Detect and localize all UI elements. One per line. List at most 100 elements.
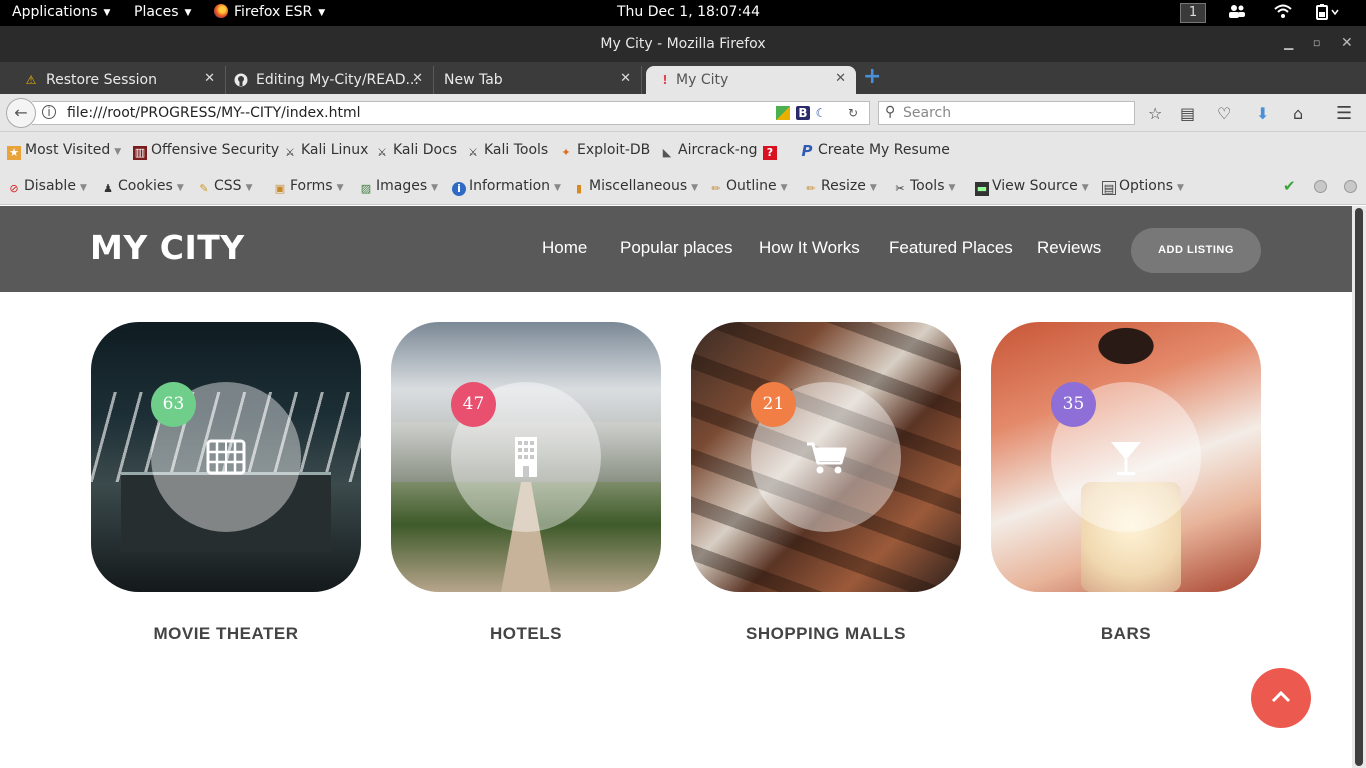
bookmark-aircrack-ng[interactable]: ◣ Aircrack-ng [660,142,758,160]
bookmark-label: Kali Docs [393,142,458,158]
category-card-movie-theater[interactable] [91,322,361,592]
category-card-shopping-malls[interactable] [691,322,961,592]
maximize-icon[interactable]: ◽ [1313,38,1320,49]
sunglasses [1071,322,1181,382]
minimize-icon[interactable]: ▁ [1284,36,1293,50]
reload-icon[interactable]: ↻ [846,106,860,120]
home-icon[interactable]: ⌂ [1293,104,1303,123]
nav-featured-places[interactable]: Featured Places [889,238,1013,258]
firefox-app-menu[interactable]: Firefox ESR ▼ [214,4,325,20]
offsec-icon: ▥ [133,146,147,160]
bookmark-star-icon[interactable]: ☆ [1148,104,1162,123]
dev-label: CSS [214,178,242,194]
bookmark-most-visited[interactable]: ★ Most Visited ▼ [7,142,121,160]
url-bar[interactable]: i file:///root/PROGRESS/MY--CITY/index.h… [32,101,870,125]
dev-view-source-menu[interactable]: ▬ View Source ▼ [975,178,1089,196]
pocket-icon[interactable]: ♡ [1217,104,1231,123]
dev-information-menu[interactable]: i Information ▼ [452,178,561,196]
dev-css-menu[interactable]: ✎ CSS ▼ [197,178,252,196]
close-tab-icon[interactable]: ✕ [620,71,631,86]
dev-label: Cookies [118,178,173,194]
workspace-indicator[interactable]: 1 [1180,3,1206,23]
hamburger-menu-icon[interactable]: ☰ [1336,103,1352,124]
tab-editing-readme[interactable]: Editing My-City/READ... ✕ [228,66,434,94]
close-tab-icon[interactable]: ✕ [835,71,846,86]
clock[interactable]: Thu Dec 1, 18:07:44 [617,4,760,20]
options-icon: ▤ [1102,181,1116,195]
dev-forms-menu[interactable]: ▣ Forms ▼ [273,178,344,196]
check-icon[interactable]: ✔ [1283,177,1296,195]
chevron-down-icon: ▼ [318,8,326,18]
category-title[interactable]: HOTELS [391,624,661,644]
chevron-down-icon: ▼ [691,183,699,193]
category-title[interactable]: SHOPPING MALLS [691,624,961,644]
status-dot-icon[interactable] [1344,180,1357,193]
category-card-hotels[interactable] [391,322,661,592]
dev-outline-menu[interactable]: ✏ Outline ▼ [709,178,787,196]
dev-resize-menu[interactable]: ✏ Resize ▼ [804,178,876,196]
category-card-bars[interactable] [991,322,1261,592]
system-top-bar: Applications ▼ Places ▼ Firefox ESR ▼ Thu D… [0,0,1366,26]
page-scrollbar[interactable] [1352,206,1366,768]
tab-new-tab[interactable]: New Tab ✕ [436,66,642,94]
dev-options-menu[interactable]: ▤ Options ▼ [1102,178,1184,195]
nav-popular-places[interactable]: Popular places [620,238,732,258]
dev-cookies-menu[interactable]: ♟ Cookies ▼ [101,178,184,196]
dev-disable-menu[interactable]: ⊘ Disable ▼ [7,178,86,196]
extension-moon-icon[interactable]: ☾ [814,106,828,120]
dev-label: Miscellaneous [589,178,688,194]
reading-list-icon[interactable]: ▤ [1180,104,1195,123]
tab-restore-session[interactable]: ⚠ Restore Session ✕ [0,66,226,94]
close-window-icon[interactable]: ✕ [1341,35,1353,51]
bookmarks-toolbar: ★ Most Visited ▼ ▥ Offensive Security ⚔ Kali… [0,132,1366,168]
bookmark-create-my-resume[interactable]: P Create My Resume [800,142,950,160]
css-icon: ✎ [199,182,209,195]
bookmark-kali-docs[interactable]: ⚔ Kali Docs [375,142,457,160]
status-dot-icon[interactable] [1314,180,1327,193]
nav-home[interactable]: Home [542,238,587,258]
dev-tools-menu[interactable]: ✂ Tools ▼ [893,178,955,196]
close-tab-icon[interactable]: ✕ [204,71,215,86]
chevron-down-icon: ▼ [176,183,184,193]
category-title[interactable]: BARS [991,624,1261,644]
back-to-top-button[interactable] [1251,668,1311,728]
scrollbar-thumb[interactable] [1355,208,1363,766]
chevron-down-icon: ▼ [948,183,956,193]
search-icon: ⚲ [885,104,896,120]
applications-menu[interactable]: Applications ▼ [12,4,110,20]
new-tab-icon[interactable]: + [863,64,881,89]
extension-map-icon[interactable] [776,106,790,120]
places-menu[interactable]: Places ▼ [134,4,191,20]
bookmark-offensive-security[interactable]: ▥ Offensive Security [133,142,279,160]
outline-icon: ✏ [711,182,721,195]
nav-how-it-works[interactable]: How It Works [759,238,860,258]
firefox-app-label: Firefox ESR [234,4,313,20]
wifi-icon[interactable] [1274,4,1292,23]
nav-reviews[interactable]: Reviews [1037,238,1101,258]
bookmark-kali-linux[interactable]: ⚔ Kali Linux [283,142,368,160]
bookmark-help[interactable]: ? [763,142,781,160]
category-title[interactable]: MOVIE THEATER [91,624,361,644]
battery-menu[interactable] [1315,4,1341,24]
info-icon[interactable]: i [42,105,56,119]
dev-miscellaneous-menu[interactable]: ▮ Miscellaneous ▼ [572,178,698,196]
extension-b-icon[interactable]: B [796,106,810,120]
back-button[interactable]: ← [6,98,36,128]
forms-icon: ▣ [274,182,286,195]
downloads-icon[interactable]: ⬇ [1256,104,1269,123]
bookmark-exploit-db[interactable]: ✦ Exploit-DB [559,142,650,160]
bookmark-label: Offensive Security [151,142,280,158]
dev-label: Information [469,178,551,194]
people-icon[interactable] [1228,3,1246,23]
tab-my-city[interactable]: ! My City ✕ [646,66,856,94]
dev-images-menu[interactable]: ▨ Images ▼ [359,178,438,196]
dev-label: Disable [24,178,76,194]
close-tab-icon[interactable]: ✕ [412,71,423,86]
site-logo[interactable]: MY CITY [90,228,245,267]
misc-icon: ▮ [575,182,583,195]
bookmark-kali-tools[interactable]: ⚔ Kali Tools [466,142,548,160]
resume-icon: P [801,142,813,160]
search-input[interactable]: ⚲ Search [878,101,1135,125]
building-icon [515,437,537,477]
add-listing-button[interactable]: ADD LISTING [1131,228,1261,273]
